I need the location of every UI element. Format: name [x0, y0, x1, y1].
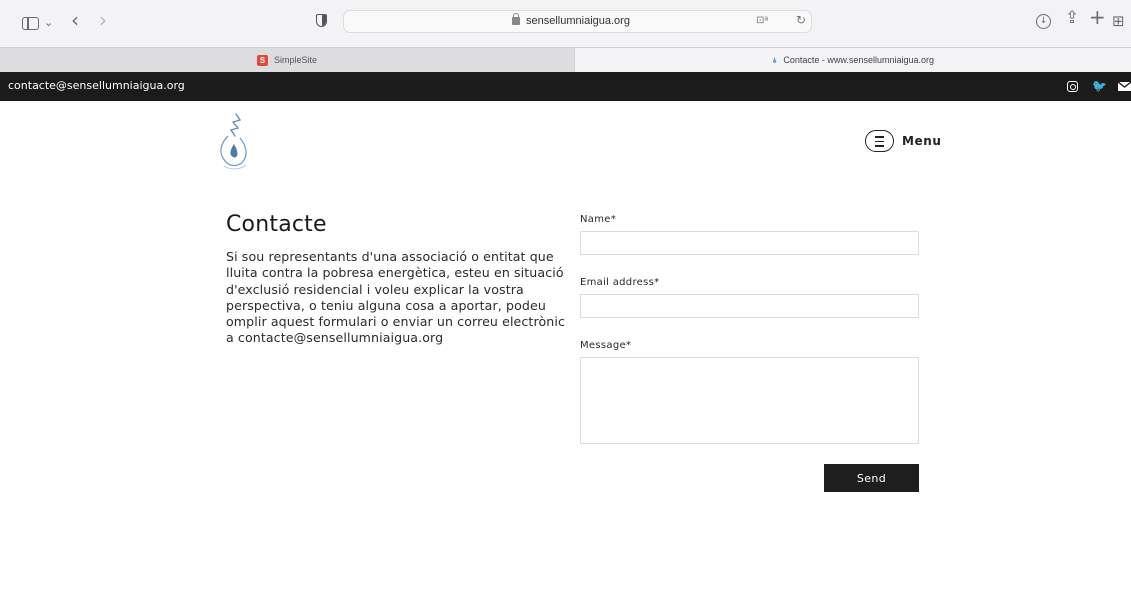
- tab-label: Contacte - www.sensellumniaigua.org: [783, 55, 934, 65]
- site-favicon-icon: 🌢: [772, 54, 778, 65]
- lock-icon: [512, 13, 520, 25]
- name-label: Name*: [580, 214, 617, 225]
- hamburger-icon: [865, 130, 894, 152]
- email-label: Email address*: [580, 277, 660, 288]
- site-topbar: contacte@sensellumniaigua.org 🐦: [0, 72, 1131, 101]
- name-input[interactable]: [580, 231, 919, 255]
- simplesite-favicon-icon: S: [256, 54, 268, 66]
- tab-simplesite[interactable]: S SimpleSite: [0, 48, 574, 72]
- tab-label: SimpleSite: [273, 55, 318, 65]
- reload-icon[interactable]: ↻: [796, 13, 806, 27]
- translate-icon[interactable]: ⊡ᵃ: [756, 15, 768, 26]
- send-button[interactable]: Send: [824, 464, 919, 492]
- mail-icon[interactable]: [1118, 82, 1131, 91]
- tab-contacte[interactable]: 🌢 Contacte - www.sensellumniaigua.org: [574, 48, 1131, 72]
- share-icon[interactable]: ⇪: [1065, 10, 1079, 27]
- intro-text: Si sou representants d'una associació o …: [226, 249, 565, 346]
- menu-label: Menu: [902, 134, 942, 148]
- menu-button[interactable]: Menu: [865, 130, 942, 152]
- address-bar[interactable]: sensellumniaigua.org ⊡ᵃ ↻: [343, 10, 812, 33]
- twitter-icon[interactable]: 🐦: [1092, 79, 1107, 93]
- email-input[interactable]: [580, 294, 919, 318]
- instagram-icon[interactable]: [1067, 81, 1078, 92]
- tab-overview-icon[interactable]: ⊞: [1112, 13, 1125, 29]
- forward-icon[interactable]: ›: [99, 10, 107, 30]
- address-text: sensellumniaigua.org: [526, 15, 630, 27]
- new-tab-icon[interactable]: +: [1089, 7, 1106, 27]
- tab-bar: S SimpleSite 🌢 Contacte - www.sensellumn…: [0, 47, 1131, 72]
- message-textarea[interactable]: [580, 357, 919, 444]
- site-logo[interactable]: [214, 110, 254, 172]
- sidebar-toggle-icon[interactable]: [22, 17, 39, 30]
- chevron-down-icon[interactable]: ⌄: [44, 15, 53, 31]
- back-icon[interactable]: ‹: [71, 10, 79, 30]
- lightbulb-drop-logo-icon: [220, 113, 247, 170]
- topbar-email-link[interactable]: contacte@sensellumniaigua.org: [8, 79, 185, 92]
- message-label: Message*: [580, 340, 632, 351]
- privacy-shield-icon[interactable]: [316, 14, 327, 27]
- browser-toolbar: ⌄ ‹ › sensellumniaigua.org ⊡ᵃ ↻ ↓ ⇪ + ⊞: [0, 0, 1131, 47]
- page-title: Contacte: [226, 212, 327, 237]
- download-icon[interactable]: ↓: [1036, 14, 1051, 29]
